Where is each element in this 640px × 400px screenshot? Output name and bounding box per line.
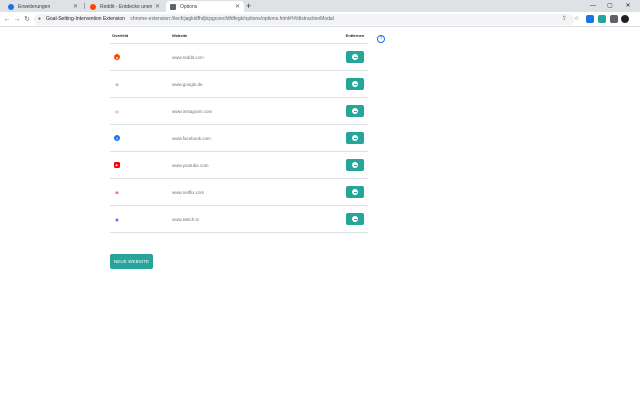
add-website-button[interactable]: NEUE WEBSITE xyxy=(110,254,153,269)
close-tab-icon[interactable]: ✕ xyxy=(235,3,240,10)
profile-avatar[interactable] xyxy=(621,15,629,23)
website-url: www.google.de xyxy=(172,81,203,87)
distraction-table: Overfeld Website Entfernen ● www.reddit.… xyxy=(110,28,368,233)
extension-blue-icon[interactable] xyxy=(586,15,594,23)
remove-button[interactable] xyxy=(346,213,364,225)
reddit-icon xyxy=(90,3,96,10)
twitch-icon: ▣ xyxy=(114,216,120,222)
table-row: ▣ www.twitch.tv xyxy=(110,206,368,233)
google-icon: G xyxy=(114,81,120,87)
table-row: ◎ www.instagram.com xyxy=(110,98,368,125)
minimize-icon[interactable]: — xyxy=(586,0,600,12)
remove-button[interactable] xyxy=(346,51,364,63)
netflix-icon: N xyxy=(114,189,120,195)
minus-icon xyxy=(352,216,358,222)
table-row: f www.facebook.com xyxy=(110,125,368,152)
extension-teal-icon[interactable] xyxy=(598,15,606,23)
remove-button[interactable] xyxy=(346,105,364,117)
tab-strip: Erweiterungen ✕ Reddit - Entdecke unendl… xyxy=(0,0,640,12)
close-tab-icon[interactable]: ✕ xyxy=(73,3,78,10)
remove-button[interactable] xyxy=(346,186,364,198)
tab-options[interactable]: Options ✕ xyxy=(166,1,244,12)
website-url: www.instagram.com xyxy=(172,108,213,114)
header-icon: Overfeld xyxy=(112,33,129,38)
tab-title: Erweiterungen xyxy=(18,3,51,10)
tab-reddit[interactable]: Reddit - Entdecke unendliche ✕ xyxy=(86,1,164,12)
tab-title: Options xyxy=(180,3,198,10)
header-website: Website xyxy=(172,33,188,38)
minus-icon xyxy=(352,189,358,195)
website-url: www.reddit.com xyxy=(172,54,204,60)
tab-title: Reddit - Entdecke unendliche xyxy=(100,3,152,10)
options-page: Overfeld Website Entfernen ● www.reddit.… xyxy=(0,28,640,400)
table-row: ▶ www.youtube.com xyxy=(110,152,368,179)
table-header: Overfeld Website Entfernen xyxy=(110,28,368,44)
website-url: www.twitch.tv xyxy=(172,216,200,222)
remove-button[interactable] xyxy=(346,159,364,171)
table-row: G www.google.de xyxy=(110,71,368,98)
star-icon[interactable]: ☆ xyxy=(574,14,579,25)
tab-separator xyxy=(84,3,85,9)
table-row: N www.netflix.com xyxy=(110,179,368,206)
reddit-icon: ● xyxy=(114,54,120,60)
minus-icon xyxy=(352,162,358,168)
minus-icon xyxy=(352,108,358,114)
help-icon[interactable]: ? xyxy=(377,35,385,43)
youtube-icon: ▶ xyxy=(114,162,120,168)
website-url: www.youtube.com xyxy=(172,162,209,168)
table-row: ● www.reddit.com xyxy=(110,44,368,71)
maximize-icon[interactable]: ▢ xyxy=(603,0,617,12)
puzzle-icon xyxy=(8,3,14,10)
extension-icon: ● xyxy=(38,16,42,22)
url-text: chrome-extension://iecfcjagkidfhdjicpgco… xyxy=(130,16,334,22)
close-window-icon[interactable]: ✕ xyxy=(621,0,635,12)
address-bar[interactable]: ● Goal-Setting-Intervention Extension ch… xyxy=(34,14,574,25)
document-icon xyxy=(170,3,176,10)
website-url: www.facebook.com xyxy=(172,135,211,141)
back-icon[interactable]: ← xyxy=(2,12,12,27)
minus-icon xyxy=(352,135,358,141)
puzzle-icon[interactable] xyxy=(610,15,618,23)
share-icon[interactable]: ⇪ xyxy=(562,14,567,25)
minus-icon xyxy=(352,81,358,87)
website-url: www.netflix.com xyxy=(172,189,205,195)
remove-button[interactable] xyxy=(346,78,364,90)
new-tab-button[interactable]: + xyxy=(246,0,251,12)
minus-icon xyxy=(352,54,358,60)
close-tab-icon[interactable]: ✕ xyxy=(155,3,160,10)
instagram-icon: ◎ xyxy=(114,108,120,114)
tab-extensions[interactable]: Erweiterungen ✕ xyxy=(4,1,82,12)
remove-button[interactable] xyxy=(346,132,364,144)
reload-icon[interactable]: ↻ xyxy=(22,12,32,27)
browser-toolbar: ← → ↻ ● Goal-Setting-Intervention Extens… xyxy=(0,12,640,27)
header-remove: Entfernen xyxy=(345,33,365,38)
forward-icon[interactable]: → xyxy=(12,12,22,27)
extension-name: Goal-Setting-Intervention Extension xyxy=(46,16,125,22)
facebook-icon: f xyxy=(114,135,120,141)
